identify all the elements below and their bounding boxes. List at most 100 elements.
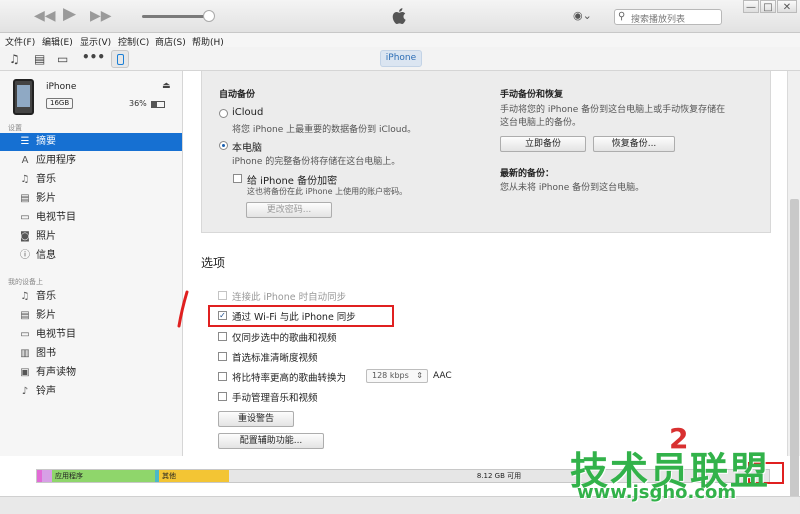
toolbar: ♫ ▤ ▭ ••• iPhone: [0, 47, 800, 71]
scrollbar-thumb[interactable]: [790, 199, 799, 499]
music-icon[interactable]: ♫: [9, 52, 20, 66]
convert-bitrate-label: 将比特率更高的歌曲转换为: [232, 373, 347, 384]
icloud-radio[interactable]: [219, 109, 228, 118]
scrollbar[interactable]: [787, 71, 800, 499]
bell-icon: ♪: [21, 386, 29, 397]
search-placeholder: 搜索播放列表: [631, 15, 686, 25]
sidebar-item-device-tones[interactable]: ♪ 铃声: [0, 383, 182, 401]
music-icon: ♫: [20, 174, 30, 185]
tv-icon: ▭: [20, 212, 30, 223]
local-desc: iPhone 的完整备份将存储在这台电脑上。: [232, 157, 401, 167]
sidebar-item-label: 有声读物: [36, 367, 76, 378]
auto-sync-checkbox[interactable]: [218, 291, 227, 300]
info-icon: ⓘ: [20, 250, 30, 261]
local-radio[interactable]: [219, 141, 228, 150]
change-password-button[interactable]: 更改密码...: [246, 202, 332, 218]
battery-percent: 36%: [129, 99, 147, 108]
wifi-sync-checkbox[interactable]: ✓: [218, 311, 227, 320]
iphone-device-image: [13, 79, 34, 115]
device-button[interactable]: [111, 50, 129, 68]
prefer-sd-checkbox[interactable]: [218, 352, 227, 361]
auto-backup-title: 自动备份: [219, 90, 256, 100]
fast-forward-icon[interactable]: ▶▶: [90, 9, 112, 23]
manual-desc-1: 手动将您的 iPhone 备份到这台电脑上或手动恢复存储在: [500, 105, 726, 115]
capacity-segment-lavender: [42, 470, 52, 482]
device-name: iPhone: [46, 82, 77, 92]
convert-bitrate-checkbox[interactable]: [218, 372, 227, 381]
capacity-badge: 16GB: [46, 98, 74, 109]
sidebar-item-device-music[interactable]: ♫ 音乐: [0, 288, 182, 306]
restore-backup-button[interactable]: 恢复备份...: [593, 136, 675, 152]
sync-checked-label: 仅同步选中的歌曲和视频: [232, 333, 337, 344]
wifi-sync-label: 通过 Wi-Fi 与此 iPhone 同步: [232, 312, 356, 323]
volume-slider[interactable]: [142, 15, 208, 18]
apps-icon: A: [21, 155, 29, 166]
settings-header: 设置: [8, 124, 22, 132]
icloud-label: iCloud: [232, 107, 264, 118]
local-label: 本电脑: [232, 143, 262, 154]
sidebar-item-photos[interactable]: ◙ 照片: [0, 228, 182, 246]
manual-manage-label: 手动管理音乐和视频: [232, 393, 318, 404]
sync-checked-checkbox[interactable]: [218, 332, 227, 341]
sidebar-item-label: 应用程序: [36, 155, 76, 166]
summary-icon: ☰: [20, 136, 30, 147]
sidebar-item-movies[interactable]: ▤ 影片: [0, 190, 182, 208]
backup-panel: 自动备份 iCloud 将您 iPhone 上最重要的数据备份到 iCloud。…: [201, 71, 771, 233]
icloud-desc: 将您 iPhone 上最重要的数据备份到 iCloud。: [232, 125, 417, 135]
minimize-button[interactable]: —: [743, 0, 759, 13]
backup-now-button[interactable]: 立即备份: [500, 136, 586, 152]
manual-manage-checkbox[interactable]: [218, 392, 227, 401]
main-content: 自动备份 iCloud 将您 iPhone 上最重要的数据备份到 iCloud。…: [184, 71, 787, 456]
apple-logo-icon: [392, 8, 406, 24]
account-icon[interactable]: ◉⌄: [573, 9, 592, 22]
rewind-icon[interactable]: ◀◀: [34, 9, 56, 23]
play-icon[interactable]: ▶: [63, 6, 76, 23]
search-input[interactable]: ⚲ 搜索播放列表: [614, 9, 722, 25]
manual-backup-title: 手动备份和恢复: [500, 90, 564, 100]
encrypt-label: 给 iPhone 备份加密: [247, 176, 338, 187]
reset-warnings-button[interactable]: 重设警告: [218, 411, 294, 427]
latest-backup-desc: 您从未将 iPhone 备份到这台电脑。: [500, 183, 645, 193]
sidebar-item-label: 电视节目: [36, 212, 76, 223]
iphone-icon: [117, 54, 124, 65]
format-label: AAC: [433, 371, 452, 381]
latest-backup-title: 最新的备份：: [500, 169, 555, 179]
sidebar-item-label: 音乐: [36, 291, 56, 302]
options-title: 选项: [201, 256, 226, 270]
bitrate-select[interactable]: 128 kbps ⇕: [366, 369, 428, 383]
encrypt-desc: 这也将备份在此 iPhone 上使用的账户密码。: [247, 187, 408, 196]
sidebar-item-device-audiobooks[interactable]: ▣ 有声读物: [0, 364, 182, 382]
sidebar-item-device-tv[interactable]: ▭ 电视节目: [0, 326, 182, 344]
sidebar-item-apps[interactable]: A 应用程序: [0, 152, 182, 170]
sidebar-item-label: 电视节目: [36, 329, 76, 340]
prefer-sd-label: 首选标准清晰度视频: [232, 353, 318, 364]
menu-bar: 文件(F) 编辑(E) 显示(V) 控制(C) 商店(S) 帮助(H): [0, 33, 800, 48]
accessibility-button[interactable]: 配置辅助功能...: [218, 433, 324, 449]
eject-icon[interactable]: ⏏: [162, 81, 171, 91]
volume-knob[interactable]: [203, 10, 215, 22]
sidebar-item-info[interactable]: ⓘ 信息: [0, 247, 182, 265]
sidebar-item-tv[interactable]: ▭ 电视节目: [0, 209, 182, 227]
sidebar-item-label: 影片: [36, 310, 56, 321]
books-icon: ▥: [20, 348, 30, 359]
ondevice-header: 我的设备上: [8, 278, 43, 286]
watermark-url: www.jsgho.com: [577, 482, 737, 503]
sidebar-item-device-movies[interactable]: ▤ 影片: [0, 307, 182, 325]
music-icon: ♫: [20, 291, 30, 302]
capacity-segment-apps: 应用程序: [52, 470, 155, 482]
movies-icon[interactable]: ▤: [34, 52, 45, 66]
tab-iphone[interactable]: iPhone: [380, 50, 422, 67]
sidebar-item-music[interactable]: ♫ 音乐: [0, 171, 182, 189]
capacity-segment-other: 其他: [159, 470, 229, 482]
tv-icon: ▭: [20, 329, 30, 340]
movies-icon: ▤: [20, 310, 30, 321]
movies-icon: ▤: [20, 193, 30, 204]
more-icon[interactable]: •••: [82, 50, 105, 64]
tv-icon[interactable]: ▭: [57, 52, 68, 66]
maximize-button[interactable]: □: [760, 0, 776, 13]
close-button[interactable]: ✕: [777, 0, 797, 13]
sidebar-item-device-books[interactable]: ▥ 图书: [0, 345, 182, 363]
sidebar-item-summary[interactable]: ☰ 摘要: [0, 133, 182, 151]
sidebar-item-label: 摘要: [36, 136, 56, 147]
encrypt-checkbox[interactable]: [233, 174, 242, 183]
